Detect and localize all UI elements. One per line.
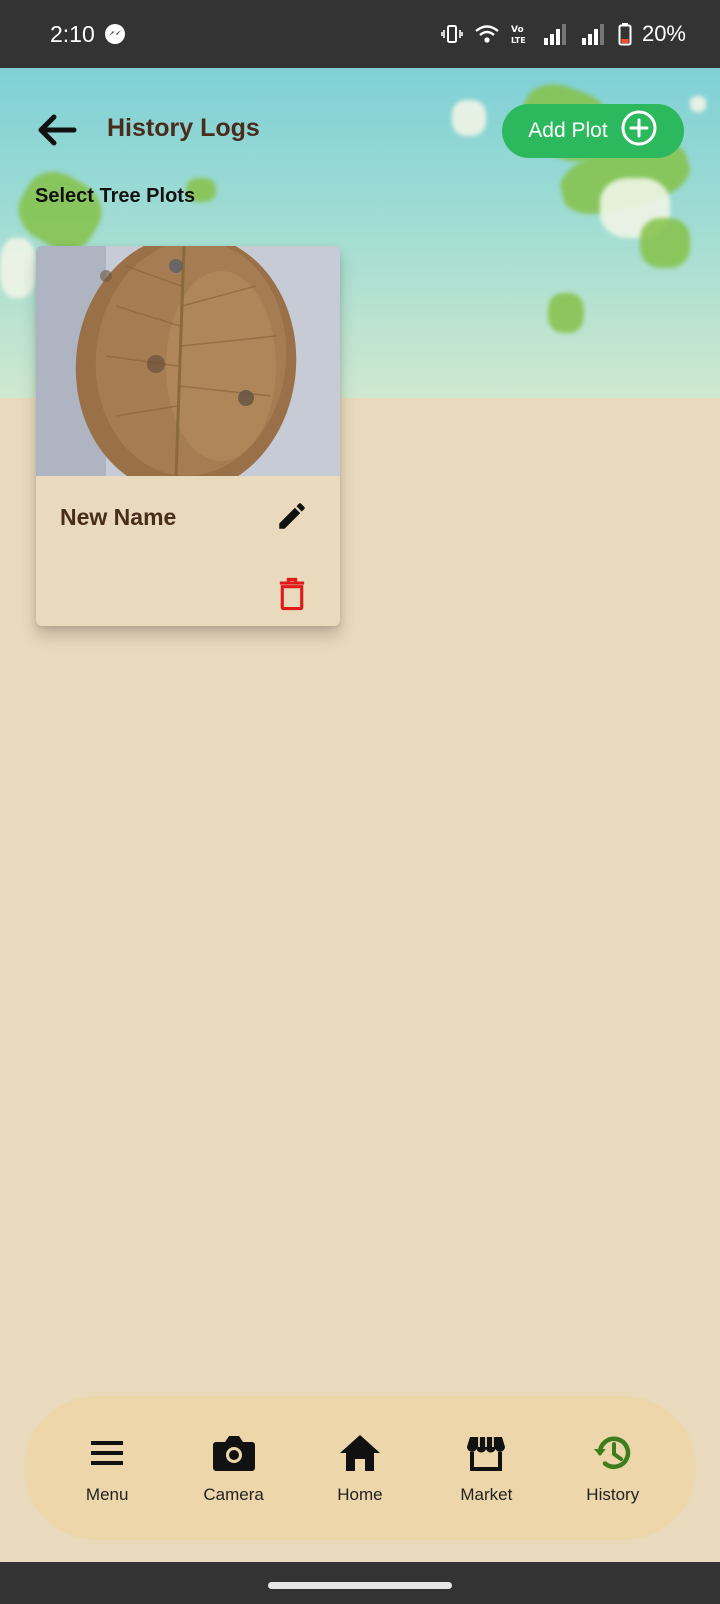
plot-card[interactable]: New Name	[36, 246, 340, 626]
trash-icon	[277, 577, 307, 616]
battery-percent: 20%	[641, 21, 686, 46]
edit-button[interactable]	[270, 496, 314, 540]
nav-label-menu: Menu	[85, 1485, 129, 1504]
status-time: 2:10	[50, 20, 95, 47]
nav-history[interactable]: History	[553, 1431, 673, 1505]
signal-icon	[542, 22, 570, 46]
home-indicator[interactable]	[268, 1582, 452, 1589]
bottom-nav: Menu Camera Home Market History	[24, 1396, 696, 1540]
vibrate-icon	[440, 22, 464, 46]
nav-market[interactable]: Market	[426, 1431, 546, 1505]
pencil-icon	[275, 499, 309, 538]
history-icon	[591, 1431, 635, 1475]
nav-home[interactable]: Home	[300, 1431, 420, 1505]
volte-icon: Vo LTE	[510, 23, 532, 45]
back-button[interactable]	[32, 108, 80, 156]
camera-icon	[212, 1431, 256, 1475]
nav-label-camera: Camera	[203, 1485, 264, 1504]
gesture-bar	[0, 1562, 720, 1604]
signal-icon	[580, 22, 608, 46]
add-plot-label: Add Plot	[528, 119, 608, 142]
svg-text:LTE: LTE	[511, 36, 526, 45]
status-right: Vo LTE 20%	[440, 21, 686, 47]
nav-menu[interactable]: Menu	[47, 1431, 167, 1505]
battery-icon	[618, 22, 632, 46]
arrow-left-icon	[34, 108, 78, 157]
messenger-icon	[103, 22, 127, 46]
add-plot-button[interactable]: Add Plot	[502, 104, 684, 158]
nav-label-home: Home	[337, 1485, 383, 1504]
plus-circle-icon	[620, 109, 658, 153]
wifi-icon	[474, 23, 500, 45]
section-subtitle: Select Tree Plots	[35, 185, 196, 207]
home-icon	[338, 1431, 382, 1475]
menu-icon	[85, 1431, 129, 1475]
store-icon	[464, 1431, 508, 1475]
leaf-photo	[36, 246, 340, 476]
nav-label-market: Market	[460, 1485, 513, 1504]
status-left: 2:10	[50, 21, 127, 48]
svg-text:Vo: Vo	[511, 25, 524, 35]
page-title: History Logs	[107, 114, 260, 142]
top-header: History Logs Add Plot	[0, 100, 720, 164]
nav-camera[interactable]: Camera	[174, 1431, 294, 1505]
plot-name: New Name	[60, 504, 177, 530]
delete-button[interactable]	[270, 574, 314, 618]
nav-label-history: History	[586, 1485, 640, 1504]
status-bar: 2:10 Vo LTE 20%	[0, 0, 720, 68]
